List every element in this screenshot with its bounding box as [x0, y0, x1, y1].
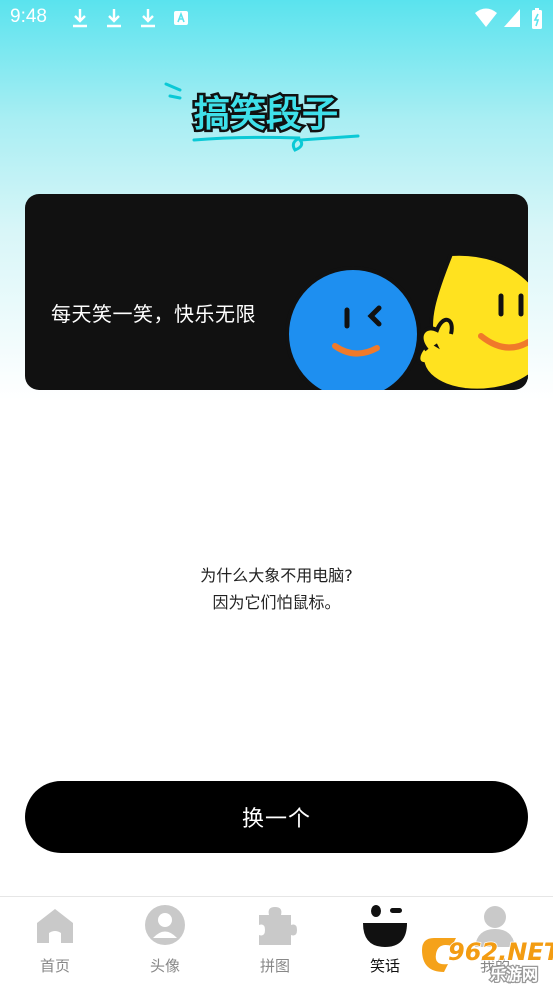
signal-icon: [504, 9, 520, 27]
joke-text: 为什么大象不用电脑? 因为它们怕鼠标。: [0, 562, 553, 616]
download-icon: [107, 9, 121, 28]
wink-face-icon: [363, 905, 407, 947]
banner-slogan: 每天笑一笑，快乐无限: [51, 302, 256, 326]
puzzle-icon: [259, 907, 297, 945]
status-time: 9:48: [10, 6, 47, 27]
download-icon: [73, 9, 87, 28]
home-icon: [37, 909, 73, 943]
status-bar: 9:48: [0, 0, 553, 36]
keyboard-a-icon: [174, 11, 188, 25]
banner-card: 每天笑一笑，快乐无限: [25, 194, 528, 390]
watermark-brand: 962.NET: [448, 938, 553, 966]
download-icon: [141, 9, 155, 28]
wifi-icon: [475, 8, 497, 27]
nav-label-avatar: 头像: [149, 957, 180, 975]
app-logo: 搞笑段子: [160, 78, 370, 164]
site-watermark: 962.NET 乐游网: [422, 937, 553, 984]
watermark-subtext: 乐游网: [490, 965, 538, 984]
svg-text:搞笑段子: 搞笑段子: [194, 94, 338, 135]
avatar-icon: [145, 905, 185, 945]
logo-graphic: 搞笑段子: [164, 82, 360, 152]
nav-item-puzzle[interactable]: 拼图: [220, 897, 330, 985]
joke-question: 为什么大象不用电脑?: [200, 566, 353, 585]
nav-label-puzzle: 拼图: [259, 957, 290, 975]
nav-label-home: 首页: [39, 957, 70, 975]
nav-item-home[interactable]: 首页: [0, 897, 110, 985]
joke-answer: 因为它们怕鼠标。: [212, 593, 341, 612]
smiley-faces-illustration: [285, 254, 528, 390]
battery-icon: [532, 8, 542, 29]
next-joke-button[interactable]: 换一个: [25, 781, 528, 853]
nav-item-avatar[interactable]: 头像: [110, 897, 220, 985]
